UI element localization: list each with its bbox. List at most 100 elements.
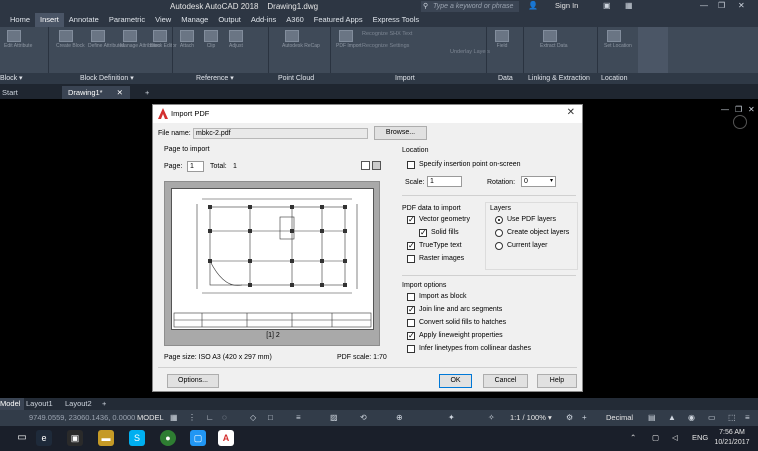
help-button[interactable]: Help bbox=[537, 374, 577, 388]
model-space-toggle[interactable]: MODEL bbox=[137, 413, 164, 422]
vector-geometry-checkbox[interactable] bbox=[407, 215, 415, 224]
minimize-icon[interactable]: — bbox=[721, 105, 729, 114]
tab-home[interactable]: Home bbox=[0, 13, 35, 27]
sign-in-link[interactable]: Sign In bbox=[555, 1, 578, 10]
new-layout-button[interactable]: + bbox=[98, 398, 110, 410]
truetype-text-checkbox[interactable] bbox=[407, 241, 415, 250]
layout-tab-layout1[interactable]: Layout1 bbox=[22, 398, 57, 410]
panel-block[interactable]: Block ▾ bbox=[0, 73, 23, 84]
file-name-field[interactable]: mbkc-2.pdf bbox=[193, 128, 368, 139]
chrome-icon[interactable]: ● bbox=[160, 430, 176, 446]
cart-icon[interactable]: ▣ bbox=[603, 1, 611, 10]
units-selector[interactable]: Decimal bbox=[606, 413, 633, 422]
adjust-button[interactable]: Adjust bbox=[226, 30, 246, 50]
recap-button[interactable]: Autodesk ReCap bbox=[282, 30, 320, 50]
clock[interactable]: 7:56 AM 10/21/2017 bbox=[712, 428, 752, 448]
scale-field[interactable]: 1 bbox=[427, 176, 462, 187]
manage-attributes-button[interactable]: Manage Attributes bbox=[120, 30, 160, 50]
edit-attribute-button[interactable]: Edit Attribute bbox=[4, 30, 32, 50]
raster-images-checkbox[interactable] bbox=[407, 255, 415, 263]
hardware-acceleration-icon[interactable]: ▭ bbox=[708, 413, 716, 422]
store-icon[interactable]: ▣ bbox=[67, 430, 83, 446]
user-icon[interactable]: 👤 bbox=[528, 1, 538, 10]
panel-block-definition[interactable]: Block Definition ▾ bbox=[80, 73, 134, 84]
workspace-gear-icon[interactable]: ⚙ bbox=[566, 413, 573, 422]
lineweight-icon[interactable]: ≡ bbox=[296, 413, 301, 422]
infer-linetypes-checkbox[interactable] bbox=[407, 345, 415, 353]
file-tab-drawing1[interactable]: Drawing1* ✕ bbox=[62, 86, 130, 99]
file-explorer-icon[interactable]: ▬ bbox=[98, 430, 114, 446]
rotation-field[interactable]: 0 ▾ bbox=[521, 176, 556, 187]
grid-icon[interactable]: ▦ bbox=[170, 413, 178, 422]
convert-fills-checkbox[interactable] bbox=[407, 319, 415, 327]
dynamic-ucs-icon[interactable]: ⊕ bbox=[396, 413, 403, 422]
file-tab-start[interactable]: Start bbox=[0, 86, 24, 99]
join-segments-checkbox[interactable] bbox=[407, 305, 415, 314]
solid-fills-checkbox[interactable] bbox=[419, 228, 427, 237]
show-hidden-icons[interactable]: ⌃ bbox=[630, 433, 636, 442]
layout-tab-layout2[interactable]: Layout2 bbox=[61, 398, 96, 410]
close-icon[interactable]: ✕ bbox=[748, 105, 755, 114]
apps-icon[interactable]: ▦ bbox=[625, 1, 633, 10]
ok-button[interactable]: OK bbox=[439, 374, 472, 388]
viewcube-icon[interactable] bbox=[733, 115, 747, 129]
thumbnail-view-icon[interactable] bbox=[372, 161, 381, 170]
snap-icon[interactable]: ⋮ bbox=[188, 413, 196, 422]
dialog-close-icon[interactable]: ✕ bbox=[567, 107, 575, 118]
attach-button[interactable]: Attach bbox=[177, 30, 197, 50]
edge-browser-icon[interactable]: e bbox=[36, 430, 52, 446]
ortho-icon[interactable]: ∟ bbox=[206, 413, 214, 422]
tab-manage[interactable]: Manage bbox=[176, 13, 213, 27]
specify-insertion-checkbox[interactable] bbox=[407, 161, 415, 169]
tab-output[interactable]: Output bbox=[213, 13, 246, 27]
create-object-layers-radio[interactable] bbox=[495, 229, 503, 237]
page-field[interactable]: 1 bbox=[187, 161, 204, 172]
apply-lineweight-checkbox[interactable] bbox=[407, 331, 415, 340]
minimize-icon[interactable]: — bbox=[700, 1, 708, 10]
recognize-settings-button[interactable]: Recognize Settings bbox=[362, 43, 409, 49]
customize-icon[interactable]: ≡ bbox=[745, 413, 750, 422]
pdf-page-thumbnail[interactable] bbox=[171, 188, 374, 330]
recognize-shx-text-button[interactable]: Recognize SHX Text bbox=[362, 31, 412, 37]
restore-icon[interactable]: ❐ bbox=[718, 1, 725, 10]
skype-icon[interactable]: S bbox=[129, 430, 145, 446]
new-tab-button[interactable]: + bbox=[139, 86, 155, 99]
tab-add-ins[interactable]: Add-ins bbox=[246, 13, 281, 27]
set-location-button[interactable]: Set Location bbox=[604, 30, 632, 50]
search-input[interactable]: ⚲ Type a keyword or phrase bbox=[421, 1, 519, 12]
clip-button[interactable]: Clip bbox=[201, 30, 221, 50]
task-view-icon[interactable]: ▭ bbox=[14, 430, 30, 446]
panel-reference[interactable]: Reference ▾ bbox=[196, 73, 234, 84]
extract-data-button[interactable]: Extract Data bbox=[540, 30, 568, 50]
transparency-icon[interactable]: ▨ bbox=[330, 413, 338, 422]
define-attributes-button[interactable]: Define Attributes bbox=[88, 30, 125, 50]
tab-featured-apps[interactable]: Featured Apps bbox=[309, 13, 368, 27]
cancel-button[interactable]: Cancel bbox=[483, 374, 528, 388]
isolate-icon[interactable]: ◉ bbox=[688, 413, 695, 422]
restore-icon[interactable]: ❐ bbox=[735, 105, 742, 114]
browse-button[interactable]: Browse... bbox=[374, 126, 427, 140]
single-page-view-icon[interactable] bbox=[361, 161, 370, 170]
annotation-scale[interactable]: 1:1 / 100% ▾ bbox=[510, 413, 552, 422]
osnap-icon[interactable]: □ bbox=[268, 413, 273, 422]
lock-icon[interactable]: ▲ bbox=[668, 413, 676, 422]
polar-icon[interactable]: ◌ bbox=[222, 413, 227, 422]
current-layer-radio[interactable] bbox=[495, 242, 503, 250]
underlay-layers-button[interactable]: Underlay Layers bbox=[450, 49, 490, 55]
use-pdf-layers-radio[interactable] bbox=[495, 216, 503, 224]
language-indicator[interactable]: ENG bbox=[692, 433, 708, 442]
create-block-button[interactable]: Create Block bbox=[56, 30, 85, 50]
messenger-icon[interactable]: ▢ bbox=[190, 430, 206, 446]
pdf-import-button[interactable]: PDF Import bbox=[336, 30, 362, 50]
plus-icon[interactable]: + bbox=[582, 413, 587, 422]
isodraft-icon[interactable]: ◇ bbox=[250, 413, 256, 422]
clean-screen-icon[interactable]: ⬚ bbox=[728, 413, 736, 422]
tab-view[interactable]: View bbox=[150, 13, 176, 27]
close-tab-icon[interactable]: ✕ bbox=[117, 88, 123, 97]
autocad-taskbar-icon[interactable]: A bbox=[218, 430, 234, 446]
ribbon-extra-panel[interactable] bbox=[638, 27, 668, 73]
tab-annotate[interactable]: Annotate bbox=[64, 13, 104, 27]
tab-express-tools[interactable]: Express Tools bbox=[368, 13, 425, 27]
annotation-icon[interactable]: ✦ bbox=[448, 413, 455, 422]
annotation-visibility-icon[interactable]: ✧ bbox=[488, 413, 495, 422]
